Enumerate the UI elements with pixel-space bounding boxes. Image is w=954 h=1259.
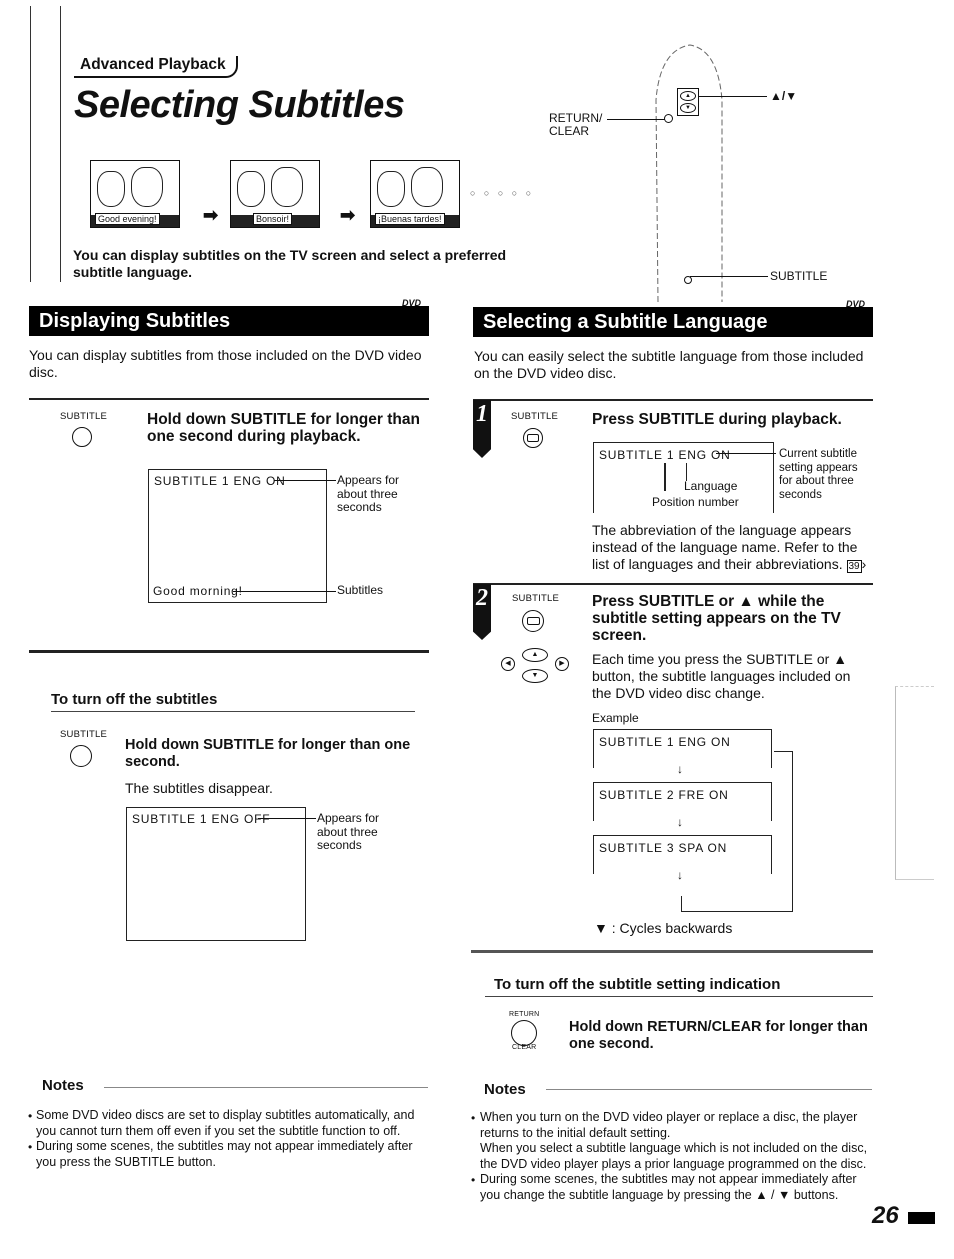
side-index-tab	[895, 686, 934, 880]
subtitle-caption: ¡Buenas tardes!	[375, 213, 445, 225]
subtitle-button-label: SUBTITLE	[60, 729, 107, 740]
subtitle-button-icon	[522, 610, 544, 632]
character-icon	[97, 171, 125, 207]
section-header-displaying: Displaying Subtitles	[29, 306, 429, 336]
step-instruction: Hold down SUBTITLE for longer than one s…	[147, 411, 420, 445]
step-number-1: 1	[473, 400, 491, 458]
scene-frame: Bonsoir!	[230, 160, 320, 228]
down-arrow-icon: ▼	[680, 103, 696, 113]
dvd-badge: DVD	[846, 299, 866, 309]
step-body: Each time you press the SUBTITLE or ▲ bu…	[592, 651, 851, 701]
screen-subtitle-text: Good morning!	[153, 584, 243, 598]
subsection-heading: To turn off the subtitles	[51, 691, 218, 708]
tv-screen: SUBTITLE 1 ENG OFF	[126, 807, 306, 941]
breadcrumb: Advanced Playback	[74, 56, 238, 78]
subtitle-button-icon	[72, 427, 92, 447]
step-instruction: Hold down SUBTITLE for longer than one s…	[125, 737, 411, 770]
notes-heading: Notes	[42, 1077, 84, 1094]
return-clear-label: RETURN/ CLEAR	[549, 111, 603, 138]
dvd-badge: DVD	[402, 298, 422, 308]
page-number: 26	[872, 1202, 899, 1229]
section-header-selecting: Selecting a Subtitle Language	[473, 307, 873, 337]
subtitle-button-label: SUBTITLE	[60, 411, 107, 422]
step-instruction: Press SUBTITLE during playback.	[592, 411, 842, 428]
up-arrow-icon: ▲	[522, 648, 548, 662]
note-item: During some scenes, the subtitles may no…	[36, 1139, 413, 1169]
arrow-right-icon: ➡	[340, 205, 356, 225]
margin-line-inner	[60, 6, 61, 282]
return-button-label: RETURN	[509, 1011, 540, 1018]
updown-buttons: ▲ ▼	[677, 88, 699, 116]
left-arrow-icon: ◀	[501, 657, 515, 671]
clear-button-label: CLEAR	[512, 1044, 537, 1051]
return-clear-button-icon	[511, 1020, 537, 1046]
example-label: Example	[592, 711, 639, 725]
subtitle-button-icon	[684, 276, 692, 284]
callout-appears: Appears for about three seconds	[337, 473, 400, 514]
section-description: You can display subtitles from those inc…	[29, 347, 422, 380]
arrow-right-icon: ➡	[203, 205, 219, 225]
character-icon	[377, 171, 405, 207]
label-language: Language	[684, 479, 738, 493]
page-marker	[908, 1212, 935, 1224]
remote-outline-icon	[655, 44, 723, 302]
divider	[51, 711, 415, 712]
return-clear-button-icon	[664, 114, 673, 123]
subtitle-button-icon	[523, 428, 543, 448]
down-arrow-icon: ▼	[522, 669, 548, 683]
step-instruction: Press SUBTITLE or ▲ while the subtitle s…	[592, 593, 841, 644]
step-result: The subtitles disappear.	[125, 780, 273, 796]
subsection-heading: To turn off the subtitle setting indicat…	[494, 976, 781, 993]
tv-screen: SUBTITLE 1 ENG ON Good morning!	[148, 469, 327, 603]
divider	[29, 650, 429, 653]
character-icon	[131, 167, 163, 207]
screen-osd-text: SUBTITLE 1 ENG OFF	[132, 812, 271, 826]
note-item: Some DVD video discs are set to display …	[36, 1108, 415, 1138]
subtitle-button-label: SUBTITLE	[511, 411, 558, 422]
character-icon	[411, 167, 443, 207]
divider	[473, 399, 873, 401]
divider	[471, 950, 873, 953]
character-icon	[237, 171, 265, 207]
subtitle-label: SUBTITLE	[770, 269, 828, 283]
screen-osd-text: SUBTITLE 1 ENG ON	[154, 474, 286, 488]
callout-current-setting: Current subtitle setting appears for abo…	[779, 448, 858, 501]
label-position-number: Position number	[652, 495, 739, 509]
page-reference-link[interactable]: 39	[846, 560, 862, 573]
section-description: You can easily select the subtitle langu…	[474, 348, 864, 381]
subtitle-button-icon	[70, 745, 92, 767]
dots-decoration: ○ ○ ○ ○ ○	[470, 188, 535, 198]
divider	[29, 398, 429, 400]
character-icon	[271, 167, 303, 207]
divider	[473, 583, 873, 585]
notes-heading: Notes	[484, 1081, 526, 1098]
note-item: When you turn on the DVD video player or…	[480, 1110, 868, 1171]
callout-subtitles: Subtitles	[337, 583, 384, 597]
callout-appears: Appears for about three seconds	[317, 811, 380, 852]
note-item: During some scenes, the subtitles may no…	[480, 1172, 857, 1202]
step-instruction: Hold down RETURN/CLEAR for longer than o…	[569, 1019, 868, 1052]
step-body: The abbreviation of the language appears…	[592, 522, 867, 573]
scene-frame: Good evening!	[90, 160, 180, 228]
subtitle-caption: Bonsoir!	[253, 213, 293, 225]
screen-osd-text: SUBTITLE 1 ENG ON	[599, 448, 731, 462]
right-arrow-icon: ▶	[555, 657, 569, 671]
updown-label: ▲/▼	[770, 89, 798, 103]
cycle-return-line	[681, 751, 793, 912]
up-arrow-icon: ▲	[680, 91, 696, 101]
step-number-2: 2	[473, 584, 491, 640]
margin-line-left	[30, 6, 31, 282]
page-title: Selecting Subtitles	[74, 84, 405, 126]
scene-frame: ¡Buenas tardes!	[370, 160, 460, 228]
screen-osd-text: SUBTITLE 1 ENG ON	[599, 735, 731, 749]
cycle-note: ▼ : Cycles backwards	[594, 920, 733, 936]
divider	[485, 996, 873, 997]
intro-text: You can display subtitles on the TV scre…	[73, 247, 507, 280]
subtitle-button-label: SUBTITLE	[512, 593, 559, 604]
subtitle-caption: Good evening!	[95, 213, 160, 225]
